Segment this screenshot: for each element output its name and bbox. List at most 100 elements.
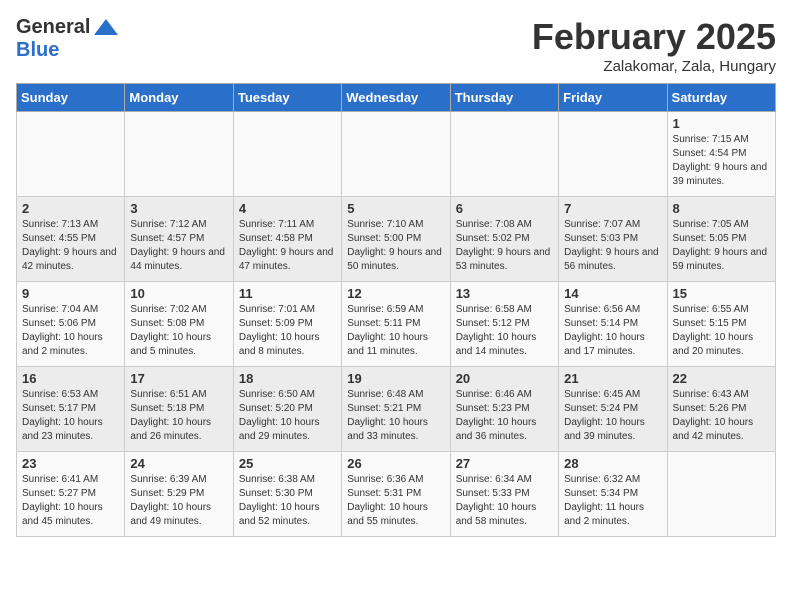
day-info: Sunrise: 6:58 AM Sunset: 5:12 PM Dayligh… <box>456 303 553 359</box>
calendar-cell: 1 Sunrise: 7:15 AM Sunset: 4:54 PM Daylig… <box>667 112 775 197</box>
header: General Blue February 2025 Zalakomar, Za… <box>16 16 776 75</box>
calendar-cell: 5Sunrise: 7:10 AM Sunset: 5:00 PM Daylig… <box>342 197 450 282</box>
day-info: Sunrise: 6:53 AM Sunset: 5:17 PM Dayligh… <box>22 388 119 444</box>
day-number: 20 <box>456 371 553 386</box>
day-info: Sunrise: 6:56 AM Sunset: 5:14 PM Dayligh… <box>564 303 661 359</box>
calendar-cell: 10 Sunrise: 7:02 AM Sunset: 5:08 PM Dayli… <box>125 282 233 367</box>
weekday-header-wednesday: Wednesday <box>342 84 450 112</box>
calendar-cell: 7 Sunrise: 7:07 AM Sunset: 5:03 PM Daylig… <box>559 197 667 282</box>
calendar-week-row: 9Sunrise: 7:04 AM Sunset: 5:06 PM Daylig… <box>17 282 776 367</box>
day-number: 9 <box>22 286 119 301</box>
day-number: 3 <box>130 201 227 216</box>
calendar-cell: 26 Sunrise: 6:36 AM Sunset: 5:31 PM Dayli… <box>342 452 450 537</box>
calendar-cell: 8 Sunrise: 7:05 AM Sunset: 5:05 PM Daylig… <box>667 197 775 282</box>
day-info: Sunrise: 6:50 AM Sunset: 5:20 PM Dayligh… <box>239 388 336 444</box>
calendar-cell: 4 Sunrise: 7:11 AM Sunset: 4:58 PM Daylig… <box>233 197 341 282</box>
day-info: Sunrise: 6:59 AM Sunset: 5:11 PM Dayligh… <box>347 303 444 359</box>
weekday-header-tuesday: Tuesday <box>233 84 341 112</box>
day-info: Sunrise: 7:08 AM Sunset: 5:02 PM Dayligh… <box>456 218 553 274</box>
calendar-cell: 17 Sunrise: 6:51 AM Sunset: 5:18 PM Dayli… <box>125 367 233 452</box>
day-number: 18 <box>239 371 336 386</box>
month-title: February 2025 <box>532 16 776 58</box>
day-number: 27 <box>456 456 553 471</box>
day-info: Sunrise: 6:43 AM Sunset: 5:26 PM Dayligh… <box>673 388 770 444</box>
day-info: Sunrise: 7:02 AM Sunset: 5:08 PM Dayligh… <box>130 303 227 359</box>
day-info: Sunrise: 7:13 AM Sunset: 4:55 PM Dayligh… <box>22 218 119 274</box>
calendar-cell: 18 Sunrise: 6:50 AM Sunset: 5:20 PM Dayli… <box>233 367 341 452</box>
day-number: 7 <box>564 201 661 216</box>
day-number: 6 <box>456 201 553 216</box>
calendar-cell: 27Sunrise: 6:34 AM Sunset: 5:33 PM Dayli… <box>450 452 558 537</box>
weekday-header-sunday: Sunday <box>17 84 125 112</box>
calendar-cell: 15Sunrise: 6:55 AM Sunset: 5:15 PM Dayli… <box>667 282 775 367</box>
weekday-header-monday: Monday <box>125 84 233 112</box>
day-number: 8 <box>673 201 770 216</box>
calendar-cell <box>125 112 233 197</box>
calendar-cell <box>233 112 341 197</box>
day-number: 17 <box>130 371 227 386</box>
day-info: Sunrise: 6:46 AM Sunset: 5:23 PM Dayligh… <box>456 388 553 444</box>
calendar-cell: 23 Sunrise: 6:41 AM Sunset: 5:27 PM Dayli… <box>17 452 125 537</box>
day-number: 12 <box>347 286 444 301</box>
calendar-cell: 6 Sunrise: 7:08 AM Sunset: 5:02 PM Daylig… <box>450 197 558 282</box>
day-info: Sunrise: 7:12 AM Sunset: 4:57 PM Dayligh… <box>130 218 227 274</box>
day-info: Sunrise: 6:39 AM Sunset: 5:29 PM Dayligh… <box>130 473 227 529</box>
calendar-cell: 9Sunrise: 7:04 AM Sunset: 5:06 PM Daylig… <box>17 282 125 367</box>
calendar-cell: 2 Sunrise: 7:13 AM Sunset: 4:55 PM Daylig… <box>17 197 125 282</box>
day-number: 4 <box>239 201 336 216</box>
weekday-header-thursday: Thursday <box>450 84 558 112</box>
day-info: Sunrise: 6:38 AM Sunset: 5:30 PM Dayligh… <box>239 473 336 529</box>
day-number: 23 <box>22 456 119 471</box>
weekday-header-saturday: Saturday <box>667 84 775 112</box>
day-number: 19 <box>347 371 444 386</box>
calendar-week-row: 23 Sunrise: 6:41 AM Sunset: 5:27 PM Dayli… <box>17 452 776 537</box>
calendar-cell <box>559 112 667 197</box>
day-info: Sunrise: 6:55 AM Sunset: 5:15 PM Dayligh… <box>673 303 770 359</box>
logo: General Blue <box>16 16 120 61</box>
calendar-table: SundayMondayTuesdayWednesdayThursdayFrid… <box>16 83 776 537</box>
day-info: Sunrise: 7:01 AM Sunset: 5:09 PM Dayligh… <box>239 303 336 359</box>
day-info: Sunrise: 7:07 AM Sunset: 5:03 PM Dayligh… <box>564 218 661 274</box>
day-number: 5 <box>347 201 444 216</box>
location-subtitle: Zalakomar, Zala, Hungary <box>532 58 776 75</box>
day-number: 24 <box>130 456 227 471</box>
calendar-week-row: 16 Sunrise: 6:53 AM Sunset: 5:17 PM Dayli… <box>17 367 776 452</box>
day-info: Sunrise: 7:15 AM Sunset: 4:54 PM Dayligh… <box>673 133 770 189</box>
calendar-cell: 28Sunrise: 6:32 AM Sunset: 5:34 PM Dayli… <box>559 452 667 537</box>
weekday-header-friday: Friday <box>559 84 667 112</box>
calendar-cell: 14 Sunrise: 6:56 AM Sunset: 5:14 PM Dayli… <box>559 282 667 367</box>
logo-blue: Blue <box>16 39 120 61</box>
calendar-cell <box>450 112 558 197</box>
day-info: Sunrise: 6:41 AM Sunset: 5:27 PM Dayligh… <box>22 473 119 529</box>
calendar-cell <box>17 112 125 197</box>
day-info: Sunrise: 6:51 AM Sunset: 5:18 PM Dayligh… <box>130 388 227 444</box>
day-number: 14 <box>564 286 661 301</box>
calendar-week-row: 1 Sunrise: 7:15 AM Sunset: 4:54 PM Daylig… <box>17 112 776 197</box>
calendar-cell: 25Sunrise: 6:38 AM Sunset: 5:30 PM Dayli… <box>233 452 341 537</box>
day-number: 2 <box>22 201 119 216</box>
day-number: 10 <box>130 286 227 301</box>
day-number: 11 <box>239 286 336 301</box>
calendar-cell: 16 Sunrise: 6:53 AM Sunset: 5:17 PM Dayli… <box>17 367 125 452</box>
day-number: 21 <box>564 371 661 386</box>
calendar-cell <box>342 112 450 197</box>
day-info: Sunrise: 6:48 AM Sunset: 5:21 PM Dayligh… <box>347 388 444 444</box>
day-number: 13 <box>456 286 553 301</box>
day-info: Sunrise: 7:11 AM Sunset: 4:58 PM Dayligh… <box>239 218 336 274</box>
calendar-cell: 13 Sunrise: 6:58 AM Sunset: 5:12 PM Dayli… <box>450 282 558 367</box>
day-number: 16 <box>22 371 119 386</box>
day-info: Sunrise: 6:36 AM Sunset: 5:31 PM Dayligh… <box>347 473 444 529</box>
weekday-header-row: SundayMondayTuesdayWednesdayThursdayFrid… <box>17 84 776 112</box>
title-block: February 2025 Zalakomar, Zala, Hungary <box>532 16 776 75</box>
calendar-cell: 22 Sunrise: 6:43 AM Sunset: 5:26 PM Dayli… <box>667 367 775 452</box>
calendar-week-row: 2 Sunrise: 7:13 AM Sunset: 4:55 PM Daylig… <box>17 197 776 282</box>
day-number: 26 <box>347 456 444 471</box>
logo-general: General <box>16 16 90 38</box>
calendar-cell: 11 Sunrise: 7:01 AM Sunset: 5:09 PM Dayli… <box>233 282 341 367</box>
day-number: 1 <box>673 116 770 131</box>
calendar-cell: 24 Sunrise: 6:39 AM Sunset: 5:29 PM Dayli… <box>125 452 233 537</box>
day-info: Sunrise: 7:05 AM Sunset: 5:05 PM Dayligh… <box>673 218 770 274</box>
calendar-cell: 20 Sunrise: 6:46 AM Sunset: 5:23 PM Dayli… <box>450 367 558 452</box>
day-number: 22 <box>673 371 770 386</box>
day-info: Sunrise: 6:32 AM Sunset: 5:34 PM Dayligh… <box>564 473 661 529</box>
